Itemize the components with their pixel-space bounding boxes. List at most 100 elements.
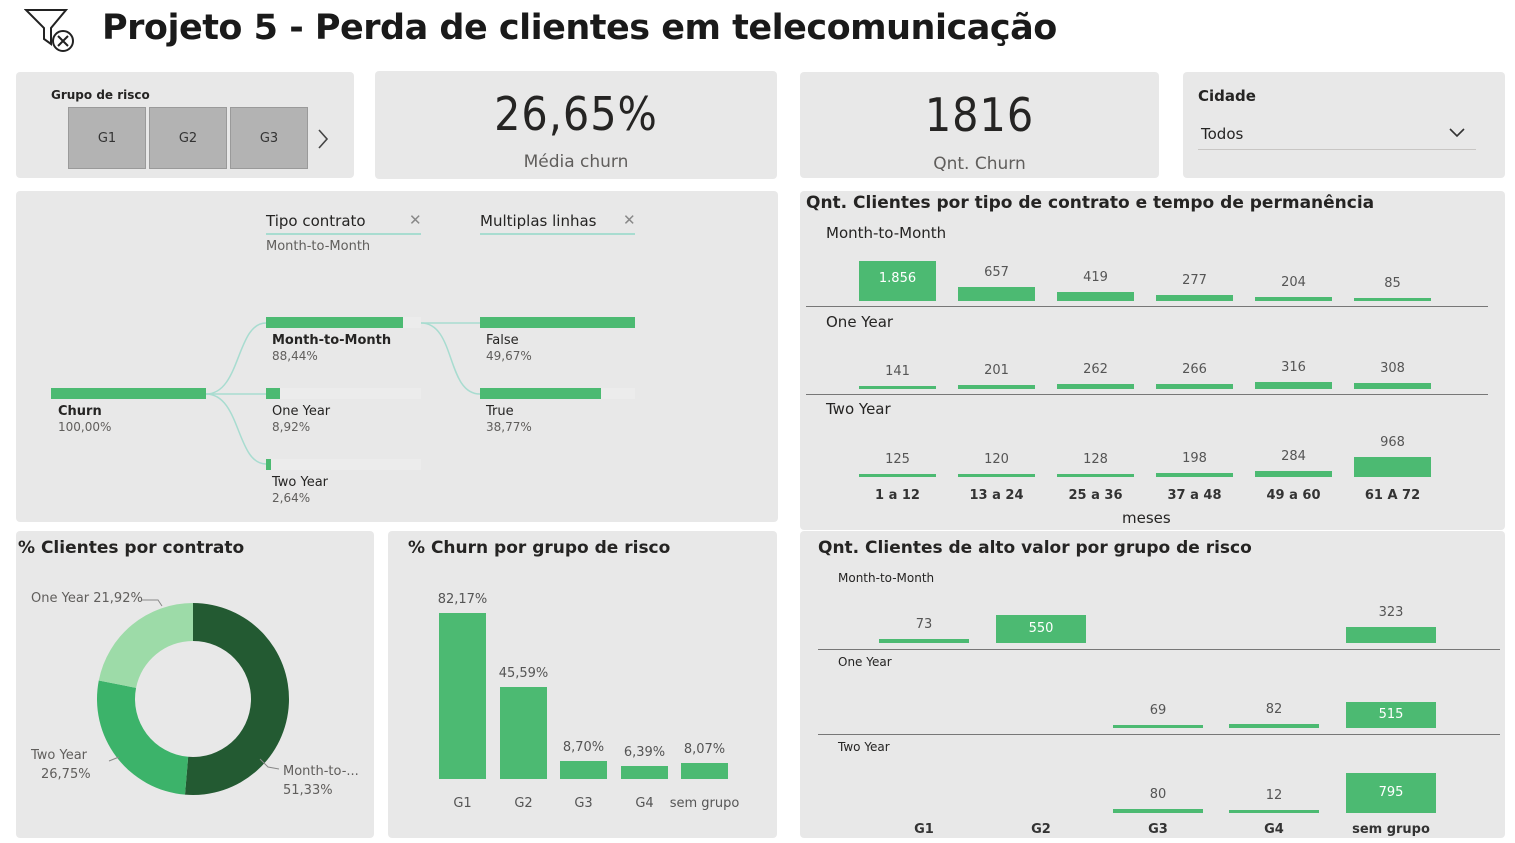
- risk-bar[interactable]: [560, 761, 607, 779]
- city-slicer: Cidade Todos: [1183, 72, 1505, 178]
- tenure-axis-tick: 13 a 24: [969, 488, 1024, 503]
- tenure-bar[interactable]: [1156, 295, 1233, 301]
- tenure-bar[interactable]: [1057, 474, 1134, 477]
- kpi-churn-rate-card: 26,65% Média churn: [375, 71, 777, 179]
- risk-bar[interactable]: [621, 766, 668, 779]
- chevron-down-icon: [1449, 128, 1465, 138]
- risk-churn-card: % Churn por grupo de risco 82,17% G1 45,59…: [388, 531, 777, 838]
- tenure-value-label: 85: [1384, 276, 1401, 291]
- high-value-label: 323: [1378, 604, 1404, 620]
- tree-node-bar[interactable]: [266, 317, 404, 328]
- tenure-matrix-title: Qnt. Clientes por tipo de contrato e tem…: [806, 193, 1375, 213]
- tenure-value-label: 125: [885, 452, 910, 467]
- donut-slice[interactable]: [98, 603, 193, 688]
- tree-node-bar[interactable]: [480, 388, 601, 399]
- risk-bar[interactable]: [439, 613, 486, 779]
- risk-tile-g3[interactable]: G3: [230, 107, 308, 169]
- donut-slice[interactable]: [97, 680, 189, 795]
- high-value-row-label: One Year: [838, 655, 892, 669]
- tree-node-label: Month-to-Month: [272, 333, 392, 348]
- tenure-bar[interactable]: [1354, 382, 1431, 389]
- high-value-axis-tick: sem grupo: [1352, 822, 1430, 837]
- high-value-label: 69: [1149, 702, 1167, 718]
- high-value-bar[interactable]: [1229, 810, 1319, 813]
- tenure-value-label: 141: [885, 364, 910, 379]
- risk-value-label: 8,07%: [683, 741, 726, 757]
- tenure-value-label: 198: [1182, 450, 1207, 466]
- tenure-bar[interactable]: [1255, 296, 1332, 301]
- tenure-value-label: 419: [1083, 270, 1108, 286]
- tenure-bar[interactable]: [1156, 472, 1233, 477]
- tenure-bar[interactable]: [1354, 298, 1431, 301]
- kpi-churn-rate-label: Média churn: [523, 152, 629, 172]
- tenure-value-label: 1.856: [878, 271, 917, 286]
- tenure-bar[interactable]: [1156, 383, 1233, 389]
- tree-node-label: Churn: [58, 404, 102, 419]
- high-value-bar[interactable]: [1113, 808, 1203, 813]
- tenure-value-label: 120: [984, 452, 1009, 467]
- risk-churn-title: % Churn por grupo de risco: [408, 538, 671, 558]
- tenure-value-label: 657: [984, 265, 1009, 281]
- tenure-value-label: 284: [1281, 449, 1306, 465]
- tree-node-bar[interactable]: [51, 388, 206, 399]
- row-divider: [806, 306, 1488, 307]
- tenure-row-label: Two Year: [826, 400, 891, 418]
- tenure-axis-tick: 37 a 48: [1167, 488, 1222, 503]
- high-value-label: 73: [915, 617, 933, 633]
- risk-bar[interactable]: [681, 762, 728, 779]
- tenure-axis-tick: 61 A 72: [1364, 488, 1421, 503]
- tenure-bar[interactable]: [958, 474, 1035, 477]
- tree-connectors: [205, 322, 481, 465]
- tree-node-label: One Year: [272, 404, 331, 419]
- high-value-bar[interactable]: [879, 639, 969, 643]
- row-divider: [806, 394, 1488, 395]
- tenure-row-label: One Year: [826, 313, 894, 331]
- row-divider: [818, 649, 1500, 650]
- decomposition-tree: Tipo contrato ✕ Month-to-Month Multiplas…: [16, 191, 778, 522]
- tenure-bar[interactable]: [958, 384, 1035, 389]
- row-divider: [818, 734, 1500, 735]
- kpi-churn-count-label: Qnt. Churn: [933, 154, 1026, 174]
- tree-node-pct: 2,64%: [272, 491, 311, 505]
- tree-node-pct: 100,00%: [58, 420, 112, 434]
- chevron-right-icon[interactable]: [315, 127, 331, 151]
- tenure-bar[interactable]: [1057, 383, 1134, 389]
- tenure-bar[interactable]: [1057, 292, 1134, 301]
- city-dropdown[interactable]: Todos: [1198, 117, 1476, 150]
- tenure-value-label: 128: [1083, 452, 1108, 467]
- tree-node-pct: 38,77%: [486, 420, 532, 434]
- donut-slice[interactable]: [184, 603, 289, 795]
- risk-value-label: 82,17%: [437, 592, 488, 607]
- tree-node-track: [266, 388, 421, 399]
- tenure-bar[interactable]: [1255, 382, 1332, 389]
- high-value-bar[interactable]: [1229, 723, 1319, 728]
- tenure-value-label: 277: [1182, 273, 1207, 289]
- tenure-value-label: 204: [1281, 274, 1306, 290]
- tenure-bar[interactable]: [1255, 471, 1332, 477]
- high-value-axis-tick: G4: [1264, 822, 1284, 837]
- filter-x-icon: [24, 9, 74, 52]
- kpi-churn-count-card: 1816 Qnt. Churn: [800, 72, 1159, 178]
- tree-node-bar[interactable]: [266, 459, 271, 470]
- tenure-bar[interactable]: [859, 386, 936, 389]
- risk-tile-g2[interactable]: G2: [149, 107, 227, 169]
- page-title: Projeto 5 - Perda de clientes em telecom…: [102, 8, 1057, 48]
- risk-tile-g1[interactable]: G1: [68, 107, 146, 169]
- donut-leader-line: [108, 756, 120, 762]
- tree-node-bar[interactable]: [266, 388, 280, 399]
- tenure-bar[interactable]: [1354, 457, 1431, 477]
- risk-bar[interactable]: [500, 686, 547, 779]
- tree-node-label: Two Year: [272, 475, 329, 490]
- tenure-bar[interactable]: [859, 474, 936, 477]
- tenure-axis-tick: 1 a 12: [875, 488, 920, 503]
- high-value-label: 80: [1149, 786, 1167, 802]
- donut-label-mtm-name: Month-to-...: [283, 764, 359, 779]
- high-value-bar[interactable]: [1346, 626, 1436, 643]
- tenure-value-label: 201: [984, 362, 1009, 378]
- risk-group-slicer: Grupo de risco G1 G2 G3: [16, 72, 354, 178]
- tenure-value-label: 266: [1182, 361, 1207, 377]
- high-value-bar[interactable]: [1113, 724, 1203, 728]
- tree-node-bar[interactable]: [480, 317, 635, 328]
- tenure-bar[interactable]: [958, 287, 1035, 301]
- donut-label-two-year-name: Two Year: [31, 748, 88, 763]
